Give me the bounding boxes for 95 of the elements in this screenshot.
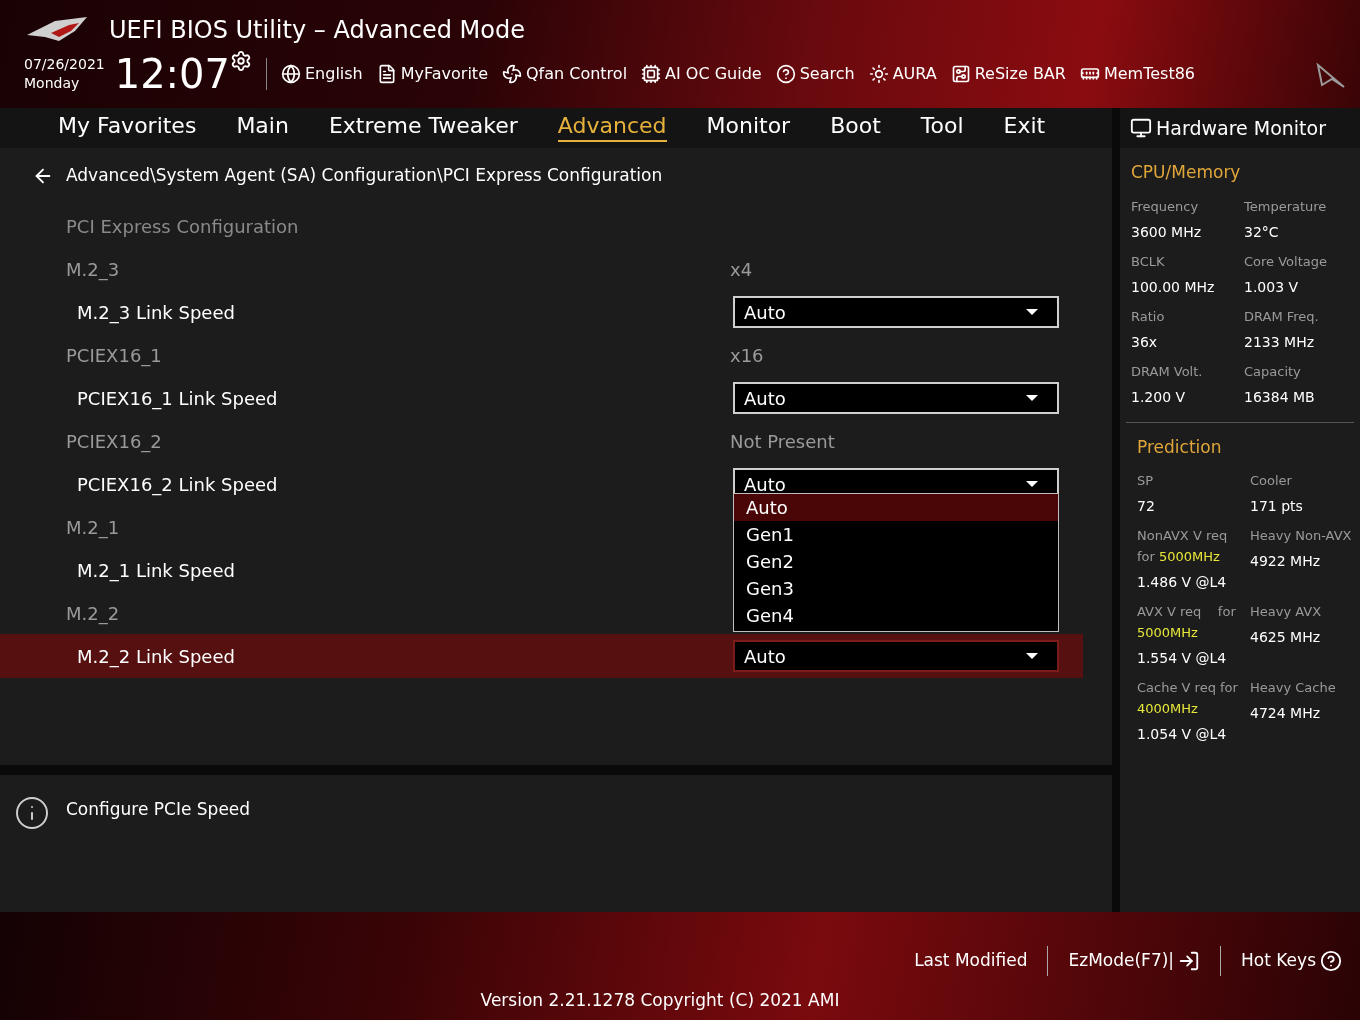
chip-icon (641, 64, 662, 84)
help-text: Configure PCIe Speed (66, 798, 251, 821)
nav-tab[interactable]: Boot (830, 112, 881, 142)
monitor-label: Heavy Non-AVX (1250, 527, 1353, 545)
monitor-value: 4922 MHz (1250, 552, 1322, 571)
nav-tab[interactable]: Exit (1003, 112, 1046, 142)
monitor-icon (1130, 117, 1152, 139)
menu-option[interactable]: Auto (734, 494, 1058, 521)
monitor-label: DRAM Freq. (1244, 307, 1320, 326)
toolbar-button[interactable]: MemTest86 (1079, 62, 1196, 86)
nav-tab[interactable]: Tool (920, 112, 964, 142)
monitor-value: 32°C (1244, 222, 1280, 242)
monitor-label: Heavy Cache (1250, 679, 1337, 697)
monitor-label: NonAVX V req for 5000MHz (1137, 527, 1229, 566)
section-title: PCI Express Configuration (66, 214, 299, 239)
caret-icon (1026, 481, 1038, 487)
monitor-value: 1.200 V (1131, 387, 1187, 407)
panel-title: Hardware Monitor (1156, 115, 1326, 141)
sun-icon (868, 64, 889, 84)
clock-time: 12:07 (114, 52, 230, 96)
setting-label: M.2_3 Link Speed (77, 300, 236, 326)
breadcrumb: Advanced\System Agent (SA) Configuration\PCI Express Configuration (66, 164, 663, 188)
caret-icon (1026, 653, 1038, 659)
caret-icon (1026, 395, 1038, 401)
nav-tab[interactable]: Monitor (706, 112, 791, 142)
section-heading: CPU/Memory (1131, 161, 1242, 184)
settings-icon[interactable] (230, 50, 252, 72)
setting-label: M.2_2 Link Speed (77, 644, 236, 670)
monitor-value: 1.486 V @L4 (1137, 573, 1228, 592)
monitor-label: Cooler (1250, 472, 1293, 490)
caret-icon (1026, 309, 1038, 315)
monitor-value: 1.554 V @L4 (1137, 649, 1228, 668)
window-title: UEFI BIOS Utility – Advanced Mode (109, 15, 525, 46)
item-label: PCIEX16_1 (66, 343, 163, 369)
monitor-value: 100.00 MHz (1131, 277, 1216, 297)
selected-row[interactable]: M.2_2 Link Speed Auto (0, 634, 1083, 678)
monitor-value: 2133 MHz (1244, 332, 1316, 352)
toolbar-button[interactable]: AURA (868, 62, 937, 86)
item-label: M.2_3 (66, 257, 121, 283)
globe-icon (281, 64, 301, 84)
monitor-label: BCLK (1131, 252, 1166, 271)
monitor-value: 4724 MHz (1250, 704, 1322, 723)
monitor-label: SP (1137, 472, 1155, 490)
toolbar-button[interactable]: AI OC Guide (641, 62, 762, 86)
dropdown[interactable]: Auto (733, 640, 1059, 672)
monitor-value: 4625 MHz (1250, 628, 1322, 647)
monitor-label: Frequency (1131, 197, 1200, 216)
footer-button[interactable]: Last Modified (914, 948, 1028, 974)
setting-label: PCIEX16_2 Link Speed (77, 472, 279, 498)
card-icon (950, 64, 971, 84)
dropdown[interactable]: Auto (733, 296, 1059, 328)
nav-tab[interactable]: Extreme Tweaker (328, 112, 518, 142)
monitor-value: 1.054 V @L4 (1137, 725, 1228, 744)
nav-tab[interactable]: My Favorites (58, 112, 197, 142)
monitor-value: 3600 MHz (1131, 222, 1203, 242)
item-value: x4 (730, 257, 753, 282)
weekday-text: Monday (24, 74, 81, 93)
monitor-label: Temperature (1244, 197, 1328, 216)
nav-tab[interactable]: Advanced (557, 112, 667, 142)
toolbar-button[interactable]: MyFavorite (376, 62, 488, 86)
monitor-label: Capacity (1244, 362, 1302, 381)
fan-icon (502, 64, 522, 84)
monitor-value: 1.003 V (1244, 277, 1300, 297)
toolbar-button[interactable]: English (281, 62, 363, 86)
monitor-value: 171 pts (1250, 497, 1304, 516)
version-text: Version 2.21.1278 Copyright (C) 2021 AMI (480, 989, 840, 1012)
item-label: M.2_1 (66, 515, 121, 541)
monitor-value: 36x (1131, 332, 1159, 352)
item-label: PCIEX16_2 (66, 429, 163, 455)
help-icon (1320, 950, 1342, 972)
monitor-label: Core Voltage (1244, 252, 1328, 271)
footer-button[interactable]: EzMode(F7)| (1068, 948, 1201, 974)
setting-label: M.2_1 Link Speed (77, 558, 236, 584)
setting-label: PCIEX16_1 Link Speed (77, 386, 279, 412)
item-value: x16 (730, 343, 764, 368)
monitor-label: Cache V req for 4000MHz (1137, 679, 1239, 718)
monitor-value: 16384 MB (1244, 387, 1316, 407)
dropdown[interactable]: Auto (733, 382, 1059, 414)
monitor-label: Ratio (1131, 307, 1166, 326)
monitor-label: Heavy AVX (1250, 603, 1323, 621)
item-value: Not Present (730, 429, 835, 454)
exit-icon (1178, 950, 1201, 972)
toolbar-button[interactable]: ReSize BAR (950, 62, 1066, 86)
nav-tab[interactable]: Main (236, 112, 289, 142)
monitor-label: AVX V req for 5000MHz (1137, 603, 1237, 642)
toolbar-button[interactable]: Qfan Control (502, 62, 628, 86)
date-text: 07/26/2021 (24, 55, 105, 74)
monitor-label: DRAM Volt. (1131, 362, 1204, 381)
section-heading: Prediction (1137, 435, 1223, 459)
info-icon (14, 795, 50, 831)
item-label: M.2_2 (66, 601, 121, 627)
footer-button[interactable]: Hot Keys (1241, 948, 1342, 974)
toolbar-button[interactable]: Search (775, 62, 855, 86)
help-icon (775, 64, 796, 84)
monitor-value: 72 (1137, 497, 1156, 516)
